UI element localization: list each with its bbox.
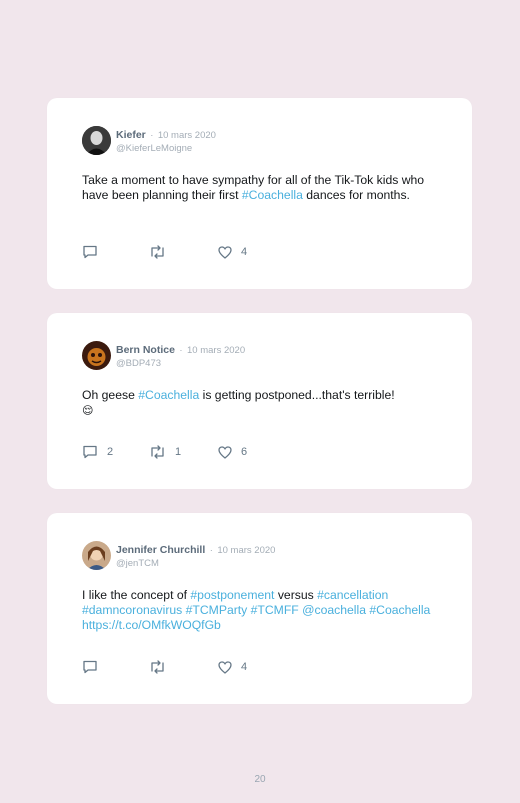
tweet-text-segment: I like the concept of	[82, 588, 191, 602]
reply-icon	[83, 245, 97, 259]
tweet-actions: 2 1 6	[82, 444, 282, 460]
relieved-face-emoji: 😌	[82, 405, 94, 417]
tweet-text-segment: is getting postponed...that's terrible!	[199, 388, 395, 402]
tweet-text-segment: Oh geese	[82, 388, 139, 402]
author-name[interactable]: Bern Notice	[116, 344, 175, 356]
like-count: 4	[241, 246, 248, 258]
like-count: 4	[241, 661, 248, 673]
heart-icon	[218, 245, 232, 259]
tweet-header: Jennifer Churchill · 10 mars 2020 @jenTC…	[116, 542, 275, 570]
tweet-date[interactable]: 10 mars 2020	[217, 545, 275, 556]
reply-icon	[83, 660, 97, 674]
like-button[interactable]: 4	[218, 659, 247, 675]
avatar[interactable]	[82, 541, 111, 570]
tweet-text-segment: versus	[274, 588, 318, 602]
like-button[interactable]: 4	[218, 244, 247, 260]
tweet-date[interactable]: 10 mars 2020	[158, 130, 216, 141]
heart-icon	[218, 445, 232, 459]
author-handle[interactable]: @KieferLeMoigne	[116, 142, 216, 155]
retweet-button[interactable]: 1	[149, 444, 181, 460]
tweet-card: Jennifer Churchill · 10 mars 2020 @jenTC…	[47, 513, 472, 704]
tweet-text: I like the concept of #postponement vers…	[82, 588, 444, 633]
like-count: 6	[241, 446, 248, 458]
author-name[interactable]: Jennifer Churchill	[116, 544, 205, 556]
author-handle[interactable]: @jenTCM	[116, 557, 275, 570]
reply-button[interactable]	[82, 659, 107, 675]
tweet-date[interactable]: 10 mars 2020	[187, 345, 245, 356]
reply-button[interactable]	[82, 244, 107, 260]
author-name[interactable]: Kiefer	[116, 129, 146, 141]
like-button[interactable]: 6	[218, 444, 247, 460]
tweet-card: Kiefer · 10 mars 2020 @KieferLeMoigne Ta…	[47, 98, 472, 289]
author-handle[interactable]: @BDP473	[116, 357, 245, 370]
tweet-header: Bern Notice · 10 mars 2020 @BDP473	[116, 342, 245, 370]
hashtag-link[interactable]: #Coachella	[138, 388, 199, 402]
tweet-actions: 4	[82, 659, 282, 675]
reply-icon	[83, 445, 97, 459]
separator: ·	[150, 130, 154, 141]
tweet-actions: 4	[82, 244, 282, 260]
tweet-header: Kiefer · 10 mars 2020 @KieferLeMoigne	[116, 127, 216, 155]
tweet-text-segment: dances for months.	[302, 188, 410, 202]
avatar[interactable]	[82, 126, 111, 155]
retweet-icon	[151, 245, 164, 259]
heart-icon	[218, 660, 232, 674]
page-number: 20	[254, 774, 266, 785]
separator: ·	[209, 545, 213, 556]
retweet-button[interactable]	[149, 659, 175, 675]
hashtag-link[interactable]: #Coachella	[242, 188, 303, 202]
tweet-text: Oh geese #Coachella is getting postponed…	[82, 388, 444, 419]
tweet-text: Take a moment to have sympathy for all o…	[82, 173, 444, 203]
retweet-icon	[151, 660, 164, 674]
hashtag-link[interactable]: #damncoronavirus #TCMParty #TCMFF @coach…	[82, 603, 430, 632]
tweet-card: Bern Notice · 10 mars 2020 @BDP473 Oh ge…	[47, 313, 472, 489]
retweet-count: 1	[175, 446, 182, 458]
reply-count: 2	[107, 446, 114, 458]
hashtag-link[interactable]: #postponement	[190, 588, 274, 602]
retweet-icon	[151, 445, 164, 459]
hashtag-link[interactable]: #cancellation	[317, 588, 388, 602]
avatar[interactable]	[82, 341, 111, 370]
separator: ·	[179, 345, 183, 356]
reply-button[interactable]: 2	[82, 444, 113, 460]
retweet-button[interactable]	[149, 244, 175, 260]
